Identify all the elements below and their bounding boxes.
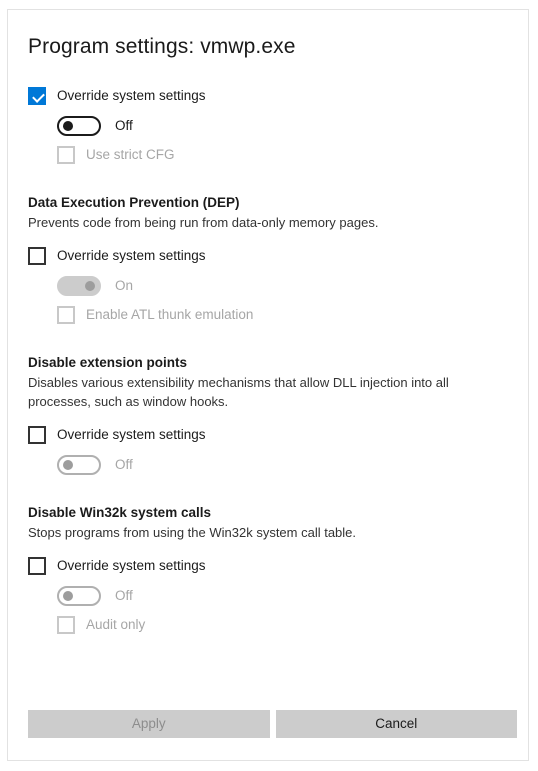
section-heading: Disable Win32k system calls: [28, 505, 211, 520]
toggle-row[interactable]: On: [28, 273, 515, 299]
override-system-settings-checkbox[interactable]: [28, 557, 46, 575]
toggle-row[interactable]: Off: [28, 452, 515, 478]
toggle-state-label: Off: [115, 118, 133, 133]
section-win32k: Disable Win32k system calls Stops program…: [28, 503, 515, 638]
toggle-knob: [63, 591, 73, 601]
toggle-row[interactable]: Off: [28, 113, 515, 139]
toggle-state-label: Off: [115, 588, 133, 603]
cancel-button[interactable]: Cancel: [275, 710, 517, 738]
toggle-knob: [63, 121, 73, 131]
toggle-row[interactable]: Off: [28, 583, 515, 609]
sub-option-checkbox[interactable]: [57, 306, 75, 324]
sub-option-checkbox[interactable]: [57, 146, 75, 164]
program-settings-dialog: Program settings: vmwp.exe Override syst…: [7, 9, 529, 761]
toggle-state-label: Off: [115, 457, 133, 472]
sub-option-checkbox[interactable]: [57, 616, 75, 634]
section-dep: Data Execution Prevention (DEP) Prevents …: [28, 193, 515, 328]
toggle-knob: [85, 281, 95, 291]
checkmark-icon: [32, 90, 45, 103]
mitigation-toggle-switch[interactable]: [57, 455, 101, 475]
apply-button[interactable]: Apply: [28, 710, 270, 738]
section-extension-points: Disable extension points Disables various…: [28, 353, 515, 478]
mitigation-toggle-switch[interactable]: [57, 276, 101, 296]
dialog-content: Program settings: vmwp.exe Override syst…: [28, 10, 515, 638]
section-description: Prevents code from being run from data-o…: [28, 215, 379, 230]
override-system-settings-checkbox[interactable]: [28, 87, 46, 105]
section-heading: Data Execution Prevention (DEP): [28, 195, 240, 210]
override-system-settings-label: Override system settings: [57, 88, 206, 103]
override-system-settings-label: Override system settings: [57, 248, 206, 263]
override-system-settings-label: Override system settings: [57, 427, 206, 442]
sub-option-label: Use strict CFG: [86, 147, 175, 162]
override-system-settings-row[interactable]: Override system settings: [28, 422, 515, 448]
sub-option-label: Enable ATL thunk emulation: [86, 307, 254, 322]
section-description: Stops programs from using the Win32k sys…: [28, 525, 357, 540]
section-description: Disables various extensibility mechanism…: [28, 375, 449, 409]
mitigation-toggle-switch[interactable]: [57, 586, 101, 606]
section-cfg: Override system settings Off Use strict CF…: [28, 83, 515, 168]
override-system-settings-row[interactable]: Override system settings: [28, 83, 515, 109]
settings-sections: Override system settings Off Use strict CF…: [28, 83, 515, 638]
override-system-settings-checkbox[interactable]: [28, 426, 46, 444]
dialog-footer: Apply Cancel: [28, 710, 517, 738]
sub-option-row[interactable]: Enable ATL thunk emulation: [28, 302, 515, 328]
override-system-settings-row[interactable]: Override system settings: [28, 243, 515, 269]
mitigation-toggle-switch[interactable]: [57, 116, 101, 136]
override-system-settings-row[interactable]: Override system settings: [28, 553, 515, 579]
override-system-settings-label: Override system settings: [57, 558, 206, 573]
sub-option-row[interactable]: Use strict CFG: [28, 142, 515, 168]
sub-option-label: Audit only: [86, 617, 146, 632]
toggle-knob: [63, 460, 73, 470]
section-heading: Disable extension points: [28, 355, 188, 370]
sub-option-row[interactable]: Audit only: [28, 612, 515, 638]
override-system-settings-checkbox[interactable]: [28, 247, 46, 265]
page-title: Program settings: vmwp.exe: [28, 35, 296, 58]
toggle-state-label: On: [115, 278, 134, 293]
